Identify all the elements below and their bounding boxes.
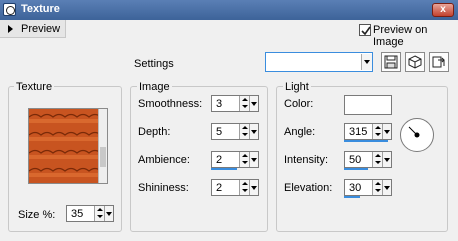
settings-label: Settings bbox=[134, 58, 174, 70]
preview-on-image-checkbox[interactable] bbox=[359, 24, 371, 36]
shininess-label: Shininess: bbox=[138, 182, 189, 194]
smoothness-label: Smoothness: bbox=[138, 98, 203, 110]
angle-focus-underline bbox=[344, 140, 388, 142]
texture-group-label: Texture bbox=[14, 81, 55, 93]
size-label: Size %: bbox=[18, 209, 56, 221]
intensity-spinner[interactable]: 50 bbox=[344, 151, 392, 168]
settings-dropdown[interactable] bbox=[265, 52, 373, 72]
spin-arrows-icon[interactable] bbox=[372, 152, 382, 167]
size-spinner[interactable]: 35 bbox=[66, 205, 114, 222]
spin-arrows-icon[interactable] bbox=[239, 152, 249, 167]
spin-arrows-icon[interactable] bbox=[94, 206, 104, 221]
smoothness-value[interactable]: 3 bbox=[216, 98, 222, 110]
depth-spinner[interactable]: 5 bbox=[211, 123, 259, 140]
elevation-label: Elevation: bbox=[284, 182, 333, 194]
elevation-value[interactable]: 30 bbox=[349, 182, 361, 194]
save-preset-button[interactable] bbox=[381, 52, 401, 72]
elevation-focus-underline bbox=[344, 196, 360, 198]
spin-arrows-icon[interactable] bbox=[239, 96, 249, 111]
cube-icon bbox=[408, 55, 422, 69]
spin-arrows-icon[interactable] bbox=[372, 180, 382, 195]
color-label: Color: bbox=[284, 98, 314, 110]
close-button[interactable]: x bbox=[432, 3, 454, 17]
spin-arrows-icon[interactable] bbox=[239, 180, 249, 195]
angle-label: Angle: bbox=[284, 126, 316, 138]
dropdown-arrow-icon[interactable] bbox=[382, 152, 391, 167]
light-color-swatch[interactable] bbox=[344, 95, 392, 115]
texture-swatch[interactable] bbox=[28, 108, 108, 184]
angle-spinner[interactable]: 315 bbox=[344, 123, 392, 140]
depth-label: Depth: bbox=[138, 126, 171, 138]
shininess-spinner[interactable]: 2 bbox=[211, 179, 259, 196]
intensity-focus-underline bbox=[344, 168, 368, 170]
spin-arrows-icon[interactable] bbox=[239, 124, 249, 139]
preview-on-image-label[interactable]: Preview on Image bbox=[373, 24, 458, 48]
dropdown-arrow-icon[interactable] bbox=[382, 180, 391, 195]
dropdown-arrow-icon[interactable] bbox=[104, 206, 113, 221]
window-title: Texture bbox=[21, 3, 60, 15]
depth-value[interactable]: 5 bbox=[216, 126, 222, 138]
dropdown-arrow-icon[interactable] bbox=[249, 124, 258, 139]
shininess-value[interactable]: 2 bbox=[216, 182, 222, 194]
image-group-label: Image bbox=[137, 81, 172, 93]
reset-icon bbox=[432, 56, 445, 68]
floppy-disk-icon bbox=[384, 55, 398, 69]
smoothness-spinner[interactable]: 3 bbox=[211, 95, 259, 112]
dropdown-arrow-icon[interactable] bbox=[382, 124, 391, 139]
dropdown-arrow-icon[interactable] bbox=[249, 96, 258, 111]
roof-tile-texture-icon bbox=[29, 109, 99, 183]
light-group-label: Light bbox=[283, 81, 311, 93]
reset-button[interactable] bbox=[429, 52, 449, 72]
size-value[interactable]: 35 bbox=[71, 208, 83, 220]
angle-dial[interactable] bbox=[400, 118, 434, 152]
app-icon bbox=[3, 3, 16, 16]
intensity-value[interactable]: 50 bbox=[349, 154, 361, 166]
preview-label[interactable]: Preview bbox=[21, 23, 60, 35]
intensity-label: Intensity: bbox=[284, 154, 329, 166]
ambience-spinner[interactable]: 2 bbox=[211, 151, 259, 168]
scrollbar-thumb[interactable] bbox=[100, 147, 106, 167]
title-bar bbox=[0, 0, 458, 20]
ambience-focus-underline bbox=[211, 168, 237, 170]
dropdown-arrow-icon[interactable] bbox=[361, 54, 372, 70]
dropdown-arrow-icon[interactable] bbox=[249, 152, 258, 167]
texture-scrollbar[interactable] bbox=[98, 109, 107, 183]
dropdown-arrow-icon[interactable] bbox=[249, 180, 258, 195]
elevation-spinner[interactable]: 30 bbox=[344, 179, 392, 196]
randomize-button[interactable] bbox=[405, 52, 425, 72]
angle-value[interactable]: 315 bbox=[349, 126, 367, 138]
dial-needle-icon bbox=[408, 126, 420, 138]
ambience-value[interactable]: 2 bbox=[216, 154, 222, 166]
spin-arrows-icon[interactable] bbox=[372, 124, 382, 139]
ambience-label: Ambience: bbox=[138, 154, 190, 166]
expand-arrow-icon[interactable] bbox=[8, 25, 13, 33]
